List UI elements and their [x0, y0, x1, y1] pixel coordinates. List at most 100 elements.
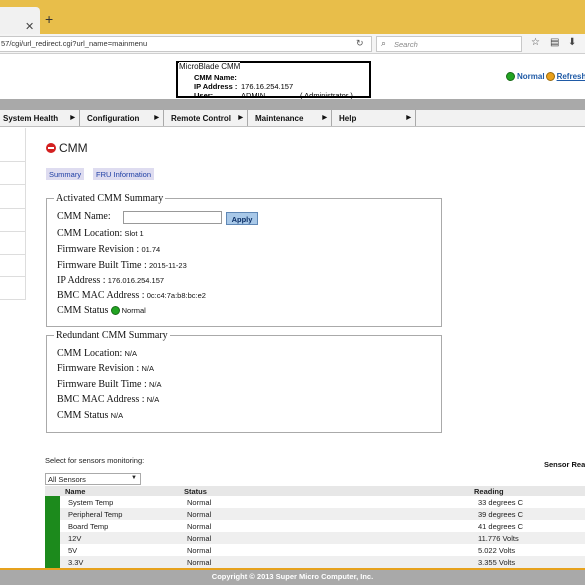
firmware-revision-value: 01.74 — [141, 245, 161, 254]
ip-address-value: 176.16.254.157 — [241, 82, 294, 91]
nav-arrow-icon: ▶ — [322, 115, 327, 121]
cmm-name-label: CMM Name: — [57, 211, 111, 222]
copyright-text: Copyright © 2013 Super Micro Computer, I… — [211, 572, 374, 581]
nav-configuration[interactable]: Configuration ▶ — [80, 110, 164, 126]
firmware-built-time-label: Firmware Built Time : — [57, 379, 147, 390]
page-title: CMM — [46, 141, 88, 155]
table-row[interactable]: Peripheral Temp Normal 39 degrees C — [45, 508, 585, 520]
nav-arrow-icon: ▶ — [406, 115, 411, 121]
table-row[interactable]: System Temp Normal 33 degrees C — [45, 496, 585, 508]
col-name-header: Name — [65, 487, 86, 496]
cmm-location-label: CMM Location: — [57, 348, 123, 359]
nav-arrow-icon: ▶ — [70, 115, 75, 121]
cmm-status-value: Normal — [121, 306, 146, 315]
redundant-cmm-summary: Redundant CMM Summary CMM Location: N/A … — [46, 330, 442, 433]
refresh-icon[interactable] — [545, 72, 555, 81]
sensor-status-stripe — [45, 556, 60, 568]
tab-fru-information[interactable]: FRU Information — [93, 168, 155, 180]
sensor-reading: 41 degrees C — [478, 522, 524, 531]
sensor-status: Normal — [187, 558, 212, 567]
firmware-built-time-value: 2015-11-23 — [148, 261, 187, 270]
nav-remote-control-label: Remote Control — [171, 114, 231, 123]
sensor-status: Normal — [187, 546, 212, 555]
status-ok-icon — [506, 72, 515, 81]
nav-arrow-icon: ▶ — [238, 115, 243, 121]
nav-maintenance[interactable]: Maintenance ▶ — [248, 110, 332, 126]
cmm-name-input[interactable] — [123, 211, 222, 224]
refresh-link[interactable]: Refresh — [557, 72, 585, 81]
firmware-built-time-label: Firmware Built Time : — [57, 260, 147, 271]
sensor-select-value: All Sensors — [48, 475, 86, 484]
sensor-name: 12V — [68, 534, 82, 543]
sensor-status-stripe — [45, 532, 60, 544]
nav-system-health[interactable]: System Health ▶ — [0, 110, 80, 126]
sensor-status: Normal — [187, 534, 212, 543]
sensor-reading: 39 degrees C — [478, 510, 524, 519]
page-title-text: CMM — [59, 141, 88, 155]
sensor-name: Peripheral Temp — [68, 510, 123, 519]
sensor-name: System Temp — [68, 498, 114, 507]
sensor-name: 5V — [68, 546, 78, 555]
nav-help-label: Help — [339, 114, 357, 123]
ip-address-value: 176.016.254.157 — [107, 276, 165, 285]
page-header: MicroBlade CMM CMM Name: IP Address : 17… — [0, 55, 585, 100]
search-icon: ⌕ — [381, 38, 387, 48]
download-icon[interactable]: ⬇ — [568, 37, 576, 48]
sidebar-divider — [0, 231, 26, 232]
search-input[interactable]: ⌕ Search — [376, 36, 522, 52]
sensor-status-stripe — [45, 496, 60, 508]
table-row[interactable]: Board Temp Normal 41 degrees C — [45, 520, 585, 532]
table-row[interactable]: 3.3V Normal 3.355 Volts — [45, 556, 585, 568]
tab-summary[interactable]: Summary — [46, 168, 85, 180]
status-ok-icon — [110, 306, 120, 315]
sensor-name: Board Temp — [68, 522, 109, 531]
sensor-reading: 5.022 Volts — [478, 546, 516, 555]
cmm-box-title: MicroBlade CMM — [179, 62, 241, 71]
sensor-status-stripe — [45, 520, 60, 532]
cmm-name-label: CMM Name: — [194, 73, 237, 82]
star-icon[interactable]: ☆ — [531, 37, 540, 48]
search-placeholder: Search — [394, 40, 418, 49]
cmm-location-value: Slot 1 — [124, 229, 144, 238]
browser-tab[interactable]: ✕ — [0, 7, 40, 34]
reading-list-icon[interactable]: ▤ — [550, 37, 559, 48]
firmware-revision-label: Firmware Revision : — [57, 363, 140, 374]
left-sidebar — [0, 128, 26, 300]
apply-button[interactable]: Apply — [226, 212, 258, 225]
cmm-status-label: CMM Status — [57, 410, 109, 421]
sidebar-divider — [0, 161, 26, 162]
close-tab-icon[interactable]: ✕ — [25, 20, 34, 33]
browser-toolbar: 57/cgi/url_redirect.cgi?url_name=mainmen… — [0, 34, 585, 54]
sensor-reading: 11.776 Volts — [478, 534, 519, 543]
firmware-revision-value: N/A — [141, 364, 154, 373]
sensor-reading: 3.355 Volts — [478, 558, 516, 567]
nav-remote-control[interactable]: Remote Control ▶ — [164, 110, 248, 126]
new-tab-icon[interactable]: + — [45, 11, 53, 27]
activated-cmm-summary: Activated CMM Summary CMM Name: Apply CM… — [46, 193, 442, 327]
cmm-status-label: CMM Status — [57, 305, 109, 316]
sensor-select-label: Select for sensors monitoring: — [45, 456, 145, 465]
ip-address-label: IP Address : — [194, 82, 238, 91]
bmc-mac-value: N/A — [146, 395, 160, 404]
cmm-status-value: N/A — [110, 411, 124, 420]
reload-icon[interactable]: ↻ — [356, 38, 364, 49]
page-footer: Copyright © 2013 Super Micro Computer, I… — [0, 568, 585, 585]
firmware-built-time-value: N/A — [148, 380, 162, 389]
sensor-status-stripe — [45, 508, 60, 520]
col-status-header: Status — [184, 487, 207, 496]
url-text: 57/cgi/url_redirect.cgi?url_name=mainmen… — [1, 39, 148, 48]
table-row[interactable]: 5V Normal 5.022 Volts — [45, 544, 585, 556]
nav-system-health-label: System Health — [3, 114, 59, 123]
nav-help[interactable]: Help ▶ — [332, 110, 416, 126]
cmm-info-box: MicroBlade CMM CMM Name: IP Address : 17… — [176, 61, 371, 100]
address-bar[interactable]: 57/cgi/url_redirect.cgi?url_name=mainmen… — [0, 36, 372, 52]
sidebar-divider — [0, 208, 26, 209]
sidebar-divider — [0, 276, 26, 277]
sensor-table-header: Name Status Reading — [45, 486, 585, 496]
activated-summary-legend: Activated CMM Summary — [54, 193, 166, 204]
sensor-status-stripe — [45, 544, 60, 556]
redundant-summary-legend: Redundant CMM Summary — [54, 330, 170, 341]
sensor-select[interactable]: All Sensors ▼ — [45, 473, 141, 485]
sidebar-divider — [0, 299, 26, 300]
table-row[interactable]: 12V Normal 11.776 Volts — [45, 532, 585, 544]
